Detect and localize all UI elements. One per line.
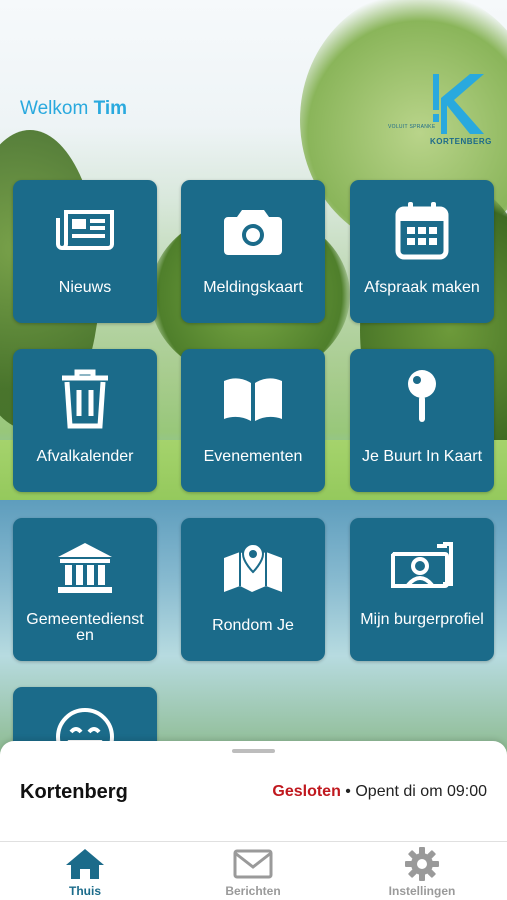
tile-label: Je Buurt In Kaart bbox=[361, 448, 483, 465]
calendar-icon bbox=[350, 198, 494, 262]
status-closed: Gesloten bbox=[272, 783, 341, 800]
tile-rondom-je[interactable]: Rondom Je bbox=[181, 518, 325, 661]
tile-label: Mijn burgerprofiel bbox=[360, 611, 484, 628]
building-icon bbox=[13, 536, 157, 600]
opening-hours: Opent di om 09:00 bbox=[355, 783, 487, 800]
info-sheet[interactable]: Kortenberg Gesloten • Opent di om 09:00 bbox=[0, 741, 507, 841]
tab-instellingen[interactable]: Instellingen bbox=[367, 846, 477, 898]
tile-je-buurt-in-kaart[interactable]: Je Buurt In Kaart bbox=[350, 349, 494, 492]
tile-nieuws[interactable]: Nieuws bbox=[13, 180, 157, 323]
tab-berichten[interactable]: Berichten bbox=[198, 846, 308, 898]
map-pin-icon bbox=[350, 367, 494, 431]
tile-afspraak-maken[interactable]: Afspraak maken bbox=[350, 180, 494, 323]
tile-label: Evenementen bbox=[203, 448, 303, 465]
opening-status: Gesloten • Opent di om 09:00 bbox=[272, 783, 487, 801]
envelope-icon bbox=[198, 846, 308, 882]
map-icon bbox=[181, 536, 325, 600]
tile-label: Rondom Je bbox=[212, 617, 294, 634]
tile-label: Nieuws bbox=[58, 279, 112, 296]
welcome-text: Welkom Tim bbox=[20, 98, 127, 120]
user-name: Tim bbox=[93, 98, 127, 119]
tab-label: Instellingen bbox=[388, 884, 456, 898]
tile-label: Afvalkalender bbox=[36, 448, 134, 465]
newspaper-icon bbox=[13, 198, 157, 262]
status-separator: • bbox=[345, 783, 351, 800]
tab-bar: Thuis Berichten Instellingen bbox=[0, 841, 507, 900]
tile-label: Meldingskaart bbox=[203, 279, 303, 296]
tab-thuis[interactable]: Thuis bbox=[30, 846, 140, 898]
tile-meldingskaart[interactable]: Meldingskaart bbox=[181, 180, 325, 323]
tile-label: Afspraak maken bbox=[364, 279, 480, 296]
trash-icon bbox=[13, 367, 157, 431]
place-name: Kortenberg bbox=[20, 781, 128, 803]
logo-name: KORTENBERG bbox=[430, 137, 492, 146]
tile-afvalkalender[interactable]: Afvalkalender bbox=[13, 349, 157, 492]
tile-gemeentediensten[interactable]: Gemeentedienst en bbox=[13, 518, 157, 661]
tab-label: Berichten bbox=[225, 884, 281, 898]
greeting-label: Welkom bbox=[20, 98, 89, 119]
tile-evenementen[interactable]: Evenementen bbox=[181, 349, 325, 492]
tile-mijn-burgerprofiel[interactable]: Mijn burgerprofiel bbox=[350, 518, 494, 661]
gear-icon bbox=[367, 846, 477, 882]
camera-icon bbox=[181, 198, 325, 262]
tile-label: Gemeentedienst en bbox=[26, 611, 144, 644]
logo-tagline: VOLUIT SPRANKE bbox=[388, 124, 436, 130]
book-icon bbox=[181, 367, 325, 431]
sheet-drag-handle[interactable] bbox=[232, 749, 275, 753]
home-icon bbox=[30, 846, 140, 882]
profile-card-icon bbox=[350, 536, 494, 600]
tab-label: Thuis bbox=[69, 884, 101, 898]
